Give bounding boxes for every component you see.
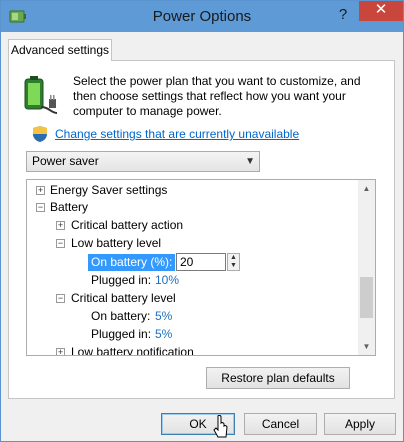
- on-battery-label: On battery (%):: [88, 254, 176, 271]
- plan-select-value: Power saver: [32, 154, 99, 168]
- tree-item-energy-saver[interactable]: + Energy Saver settings: [27, 182, 357, 199]
- expand-icon[interactable]: +: [56, 221, 65, 230]
- tree-item-critical-battery-level[interactable]: − Critical battery level: [27, 290, 357, 307]
- help-button[interactable]: ?: [331, 1, 355, 29]
- tree-item-low-battery-notification[interactable]: + Low battery notification: [27, 344, 357, 356]
- title-bar[interactable]: Power Options ? ✕: [1, 1, 403, 32]
- low-battery-level-input[interactable]: 20: [176, 253, 226, 271]
- collapse-icon[interactable]: −: [56, 239, 65, 248]
- tree-item-label: Plugged in:: [91, 327, 152, 341]
- plan-select-dropdown[interactable]: Power saver ▼: [26, 151, 260, 172]
- power-options-window: Power Options ? ✕ Advanced settings Sele…: [0, 0, 404, 442]
- settings-tree[interactable]: + Energy Saver settings − Battery + Crit…: [26, 179, 376, 356]
- expand-icon[interactable]: +: [56, 348, 65, 355]
- tree-item-label: Critical battery action: [71, 218, 184, 232]
- change-settings-link[interactable]: Change settings that are currently unava…: [55, 127, 299, 141]
- tree-item-label: Battery: [50, 200, 89, 214]
- restore-plan-defaults-button[interactable]: Restore plan defaults: [206, 367, 350, 389]
- scroll-down-icon[interactable]: ▼: [358, 338, 375, 355]
- close-button[interactable]: ✕: [359, 1, 403, 21]
- collapse-icon[interactable]: −: [36, 203, 45, 212]
- cancel-button[interactable]: Cancel: [244, 413, 317, 435]
- chevron-down-icon: ▼: [245, 156, 255, 167]
- tab-advanced-settings[interactable]: Advanced settings: [8, 39, 112, 61]
- tree-item-critical-plugged-in[interactable]: Plugged in: 5%: [27, 326, 357, 343]
- tree-item-value[interactable]: 10%: [155, 272, 179, 289]
- collapse-icon[interactable]: −: [56, 294, 65, 303]
- tree-item-label: Low battery level: [71, 236, 162, 250]
- tree-item-low-plugged-in[interactable]: Plugged in: 10%: [27, 272, 357, 289]
- spin-up-icon[interactable]: ▲: [228, 254, 239, 262]
- tree-item-label: Low battery notification: [71, 345, 194, 356]
- tree-item-label: Critical battery level: [71, 291, 176, 305]
- tree-item-value[interactable]: 5%: [155, 308, 172, 325]
- tree-item-label: Plugged in:: [91, 273, 152, 287]
- tree-item-low-battery-level[interactable]: − Low battery level: [27, 235, 357, 252]
- tree-item-on-battery-percent[interactable]: On battery (%): 20 ▲ ▼: [27, 253, 357, 271]
- tree-item-critical-battery-action[interactable]: + Critical battery action: [27, 217, 357, 234]
- battery-plug-icon: [24, 76, 58, 114]
- uac-shield-icon: [33, 126, 47, 142]
- mouse-pointer-icon: [213, 415, 228, 438]
- expand-icon[interactable]: +: [36, 186, 45, 195]
- tree-scrollbar[interactable]: ▲ ▼: [358, 180, 375, 355]
- tree-item-value[interactable]: 5%: [155, 326, 172, 343]
- description-text: Select the power plan that you want to c…: [73, 74, 361, 118]
- low-battery-level-spinner[interactable]: ▲ ▼: [227, 253, 240, 271]
- tree-item-label: On battery:: [91, 309, 151, 323]
- spin-down-icon[interactable]: ▼: [228, 262, 239, 270]
- tree-item-label: Energy Saver settings: [50, 183, 168, 197]
- tree-item-battery[interactable]: − Battery: [27, 199, 357, 216]
- apply-button[interactable]: Apply: [324, 413, 396, 435]
- scrollbar-thumb[interactable]: [360, 277, 373, 318]
- tree-item-critical-on-battery[interactable]: On battery: 5%: [27, 308, 357, 325]
- scroll-up-icon[interactable]: ▲: [358, 180, 375, 197]
